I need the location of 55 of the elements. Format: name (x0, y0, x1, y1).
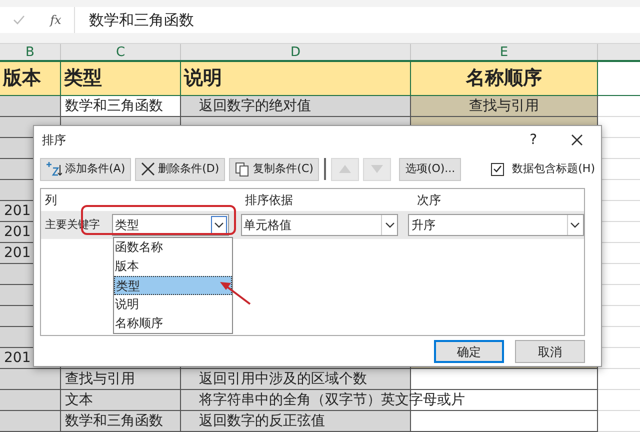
chevron-down-icon (570, 222, 580, 228)
header-cell: 版本 (0, 62, 61, 95)
dropdown-option[interactable]: 版本 (114, 257, 232, 276)
toolbar-button[interactable]: 删除条件(D) (135, 158, 226, 180)
toolbar-button[interactable]: 添加条件(A) (40, 158, 132, 180)
dialog-title: 排序 (41, 132, 67, 149)
column-header[interactable]: D (181, 44, 411, 60)
ok-button[interactable]: 确定 (434, 340, 504, 363)
dropdown-option[interactable]: 函数名称 (114, 238, 232, 257)
cell-text: 返回数字的反正弦值 (199, 413, 325, 429)
toolbar-button[interactable]: 选项(O)... (399, 158, 462, 180)
dropdown-option[interactable]: 名称顺序 (114, 314, 232, 333)
toolbar-button[interactable]: 复制条件(C) (229, 158, 320, 180)
close-icon[interactable] (571, 134, 583, 146)
triangle-down-icon (371, 165, 384, 173)
function-button[interactable]: fx (50, 11, 62, 29)
header-cell: 名称顺序 (411, 62, 598, 95)
chevron-down-icon (384, 222, 395, 228)
column-dropdown[interactable]: 类型 (112, 214, 228, 236)
checkmark-icon[interactable] (12, 15, 25, 25)
cell-text: 数学和三角函数 (65, 98, 163, 114)
header-cell: 说明 (181, 62, 411, 95)
annotation-arrow (220, 282, 251, 305)
close-icon (141, 162, 156, 176)
sort-add-icon (46, 161, 62, 177)
checkbox-label: 数据包含标题(H) (512, 160, 595, 177)
column-header[interactable]: B (0, 44, 61, 60)
cancel-button[interactable]: 取消 (515, 340, 585, 363)
order-dropdown[interactable]: 升序 (408, 214, 584, 236)
cell-text: 数学和三角函数 (65, 413, 163, 429)
copy-icon (235, 162, 250, 176)
grid-header: 列 (44, 192, 58, 209)
checkmark-icon (493, 165, 502, 173)
dropdown-option[interactable]: 类型 (114, 276, 232, 295)
triangle-up-icon (339, 165, 352, 173)
dropdown-option[interactable]: 说明 (114, 295, 232, 314)
cell-text: 201 (4, 350, 31, 366)
grid-header: 排序依据 (245, 192, 294, 209)
column-header[interactable]: C (61, 44, 181, 60)
cell-text: 201 (4, 203, 31, 219)
formula-input[interactable]: 数学和三角函数 (89, 8, 194, 32)
cell-text: 201 (4, 224, 31, 240)
cell-text: 查找与引用 (65, 371, 135, 387)
sort-on-dropdown[interactable]: 单元格值 (240, 214, 398, 236)
help-button[interactable]: ? (530, 130, 537, 150)
column-header[interactable]: E (411, 44, 598, 60)
grid-header: 次序 (417, 192, 441, 209)
cell-text: 201 (4, 245, 31, 261)
cell-text: 查找与引用 (469, 98, 539, 114)
chevron-down-icon (214, 222, 224, 228)
cell-text: 返回数字的绝对值 (199, 98, 311, 114)
cell-text: 文本 (65, 392, 93, 408)
cell-text: 返回引用中涉及的区域个数 (199, 371, 367, 387)
header-cell: 类型 (61, 62, 181, 95)
checkbox[interactable] (491, 162, 504, 176)
